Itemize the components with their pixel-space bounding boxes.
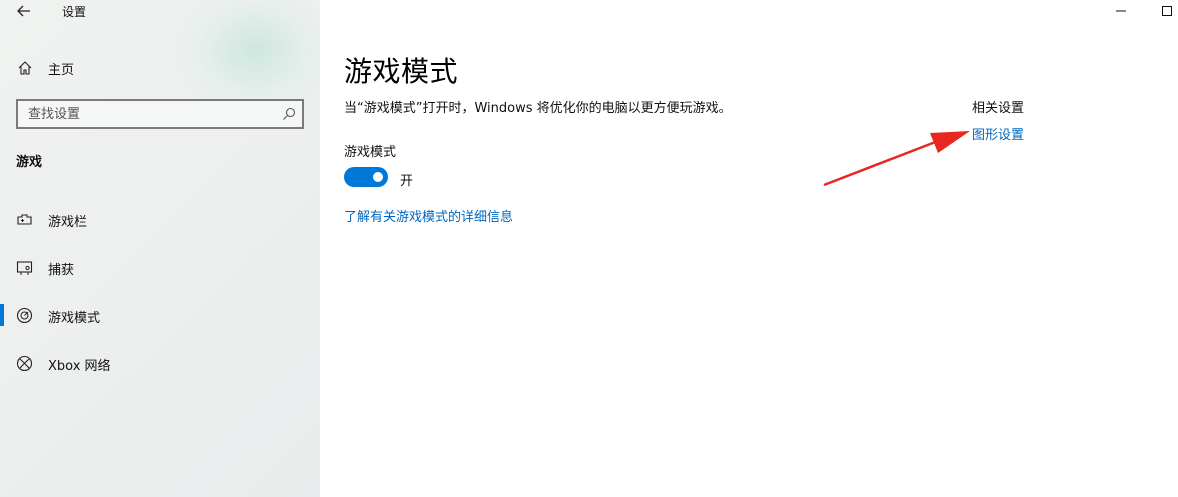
maximize-button[interactable] bbox=[1144, 0, 1178, 22]
game-mode-icon bbox=[16, 307, 33, 324]
minimize-icon bbox=[1116, 10, 1126, 12]
game-bar-icon bbox=[17, 214, 32, 225]
search-box[interactable] bbox=[16, 99, 304, 129]
xbox-icon bbox=[16, 355, 33, 372]
toggle-caption: 游戏模式 bbox=[344, 145, 397, 160]
sidebar-item-capture[interactable]: 捕获 bbox=[0, 249, 320, 285]
capture-icon bbox=[16, 261, 33, 275]
sidebar-item-home-label: 主页 bbox=[48, 63, 75, 78]
maximize-icon bbox=[1162, 6, 1172, 16]
page-title: 游戏模式 bbox=[344, 55, 459, 88]
sidebar-item-xbox[interactable]: Xbox 网络 bbox=[0, 345, 320, 381]
sidebar-item-game-mode[interactable]: 游戏模式 bbox=[0, 297, 320, 333]
game-mode-toggle[interactable] bbox=[344, 167, 388, 187]
back-button[interactable] bbox=[10, 0, 38, 22]
graphics-settings-link[interactable]: 图形设置 bbox=[972, 124, 1024, 143]
sidebar: 设置 主页 游戏 游戏栏 捕获 bbox=[0, 0, 320, 497]
app-title: 设置 bbox=[62, 5, 87, 19]
related-settings-title: 相关设置 bbox=[972, 101, 1025, 116]
sidebar-item-label: 游戏模式 bbox=[48, 311, 101, 326]
selection-indicator bbox=[0, 304, 4, 326]
home-icon bbox=[18, 61, 32, 75]
back-arrow-icon bbox=[17, 5, 30, 17]
sidebar-item-label: 游戏栏 bbox=[48, 215, 88, 230]
page-description: 当“游戏模式”打开时，Windows 将优化你的电脑以更方便玩游戏。 bbox=[344, 101, 732, 116]
toggle-knob bbox=[373, 172, 383, 182]
sidebar-item-game-bar[interactable]: 游戏栏 bbox=[0, 201, 320, 237]
red-arrow-annotation bbox=[823, 131, 970, 187]
toggle-state-label: 开 bbox=[400, 174, 414, 189]
sidebar-item-label: Xbox 网络 bbox=[48, 359, 111, 374]
sidebar-item-label: 捕获 bbox=[48, 263, 75, 278]
sidebar-item-home[interactable]: 主页 bbox=[0, 56, 320, 80]
learn-more-link[interactable]: 了解有关游戏模式的详细信息 bbox=[344, 206, 513, 225]
search-icon[interactable] bbox=[282, 107, 296, 121]
search-input[interactable] bbox=[18, 101, 258, 127]
section-label: 游戏 bbox=[16, 155, 43, 170]
minimize-button[interactable] bbox=[1098, 0, 1144, 22]
